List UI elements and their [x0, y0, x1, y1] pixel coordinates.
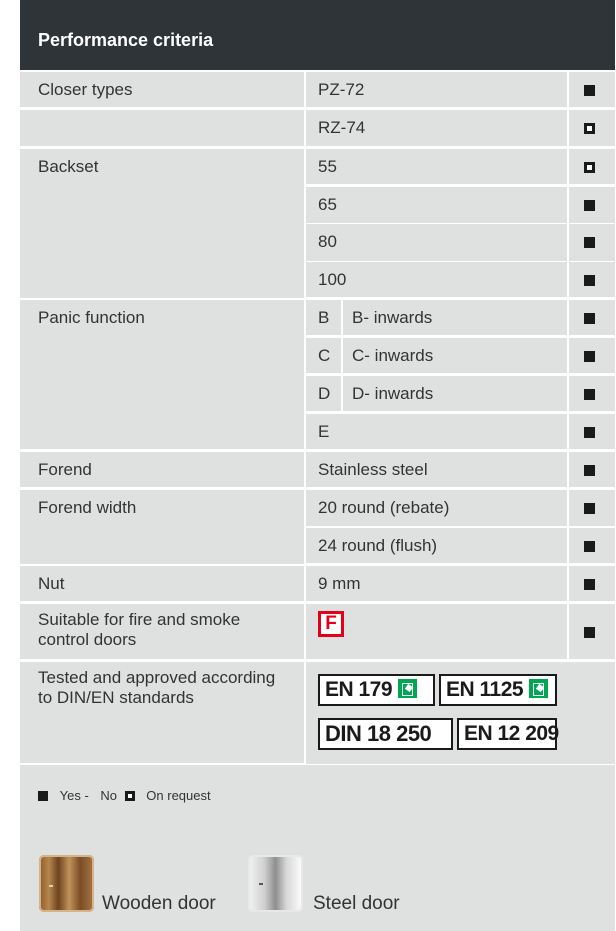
table-row: Suitable for fire and smoke control door…: [20, 604, 615, 660]
fire-door-badge: F: [318, 611, 344, 637]
yes-marker: [584, 313, 595, 324]
yes-marker: [584, 237, 595, 248]
row-value: 55: [306, 149, 567, 184]
din18250-badge: DIN 18 250: [318, 718, 453, 750]
row-label: Forend width: [20, 490, 304, 564]
yes-marker: [584, 85, 595, 96]
row-value: 20 round (rebate): [306, 490, 567, 526]
row-label: Forend: [20, 452, 304, 487]
row-value: E: [306, 414, 567, 449]
yes-marker: [584, 275, 595, 286]
table-row: RZ-74: [20, 110, 615, 147]
legend-yes-marker: [38, 790, 48, 801]
row-label: Suitable for fire and smoke control door…: [20, 604, 304, 659]
legend-yes: Yes -: [59, 788, 89, 804]
yes-marker: [584, 541, 595, 552]
yes-marker: [584, 627, 595, 638]
row-label: Nut: [20, 566, 304, 601]
standards-panel: EN 179 EN 1125 DIN 18 250 EN 12 209: [306, 662, 615, 764]
standard-label: DIN 18 250: [325, 721, 432, 746]
legend-on-request: On request: [146, 788, 211, 804]
steel-door-icon: [248, 855, 303, 912]
divider: [341, 300, 343, 335]
legend-on-request-marker: [124, 790, 135, 801]
yes-marker: [584, 200, 595, 211]
row-value: PZ-72: [306, 72, 567, 107]
row-value: Stainless steel: [306, 452, 567, 487]
section-title: Performance criteria: [38, 30, 214, 50]
table-row: Backset 55: [20, 149, 615, 298]
table-row: Closer types PZ-72: [20, 72, 615, 108]
row-label: Tested and approved according to DIN/EN …: [20, 662, 304, 763]
emergency-exit-icon: [529, 679, 549, 698]
row-value: D- inwards: [352, 384, 434, 403]
row-label: Closer types: [20, 72, 304, 107]
standard-label: EN 12 209: [464, 722, 559, 745]
row-value: 100: [306, 262, 567, 297]
row-label: Backset: [20, 149, 304, 298]
yes-marker: [584, 465, 595, 476]
wooden-door-label: Wooden door: [102, 893, 216, 914]
divider: [341, 376, 343, 411]
row-value: 9 mm: [306, 566, 567, 601]
en179-badge: EN 179: [318, 674, 435, 706]
steel-door-label: Steel door: [313, 893, 400, 914]
performance-criteria-sheet: Performance criteria Closer types PZ-72 …: [20, 0, 615, 931]
table-row: Forend width 20 round (rebate): [20, 490, 615, 564]
panic-code: B: [318, 308, 330, 327]
yes-marker: [584, 389, 595, 400]
legend: Yes - No On request: [38, 787, 211, 803]
row-value: 65: [306, 187, 567, 223]
row-value: 24 round (flush): [306, 528, 567, 563]
row-value: B- inwards: [352, 308, 433, 327]
on-request-marker: [584, 123, 595, 134]
row-value: RZ-74: [306, 110, 567, 146]
yes-marker: [584, 351, 595, 362]
yes-marker: [584, 427, 595, 438]
standard-label: EN 179: [325, 678, 393, 701]
panic-code: C: [318, 346, 331, 365]
table-row: Nut 9 mm: [20, 566, 615, 602]
wooden-door-icon: [39, 855, 94, 912]
legend-no: No: [100, 788, 118, 804]
emergency-exit-icon: [398, 679, 418, 698]
panic-code: D: [318, 384, 331, 403]
en1125-badge: EN 1125: [439, 674, 557, 706]
row-label: Panic function: [20, 300, 304, 449]
yes-marker: [584, 503, 595, 514]
section-header: Performance criteria: [20, 0, 615, 70]
on-request-marker: [584, 162, 595, 173]
standard-label: EN 1125: [446, 678, 524, 701]
row-value: C- inwards: [352, 346, 434, 365]
table-row: Panic function B B- inwards: [20, 300, 615, 449]
divider: [341, 338, 343, 373]
table-row: Forend Stainless steel: [20, 452, 615, 488]
en12209-badge: EN 12 209: [457, 718, 559, 750]
row-value: 80: [306, 224, 567, 261]
yes-marker: [584, 579, 595, 590]
